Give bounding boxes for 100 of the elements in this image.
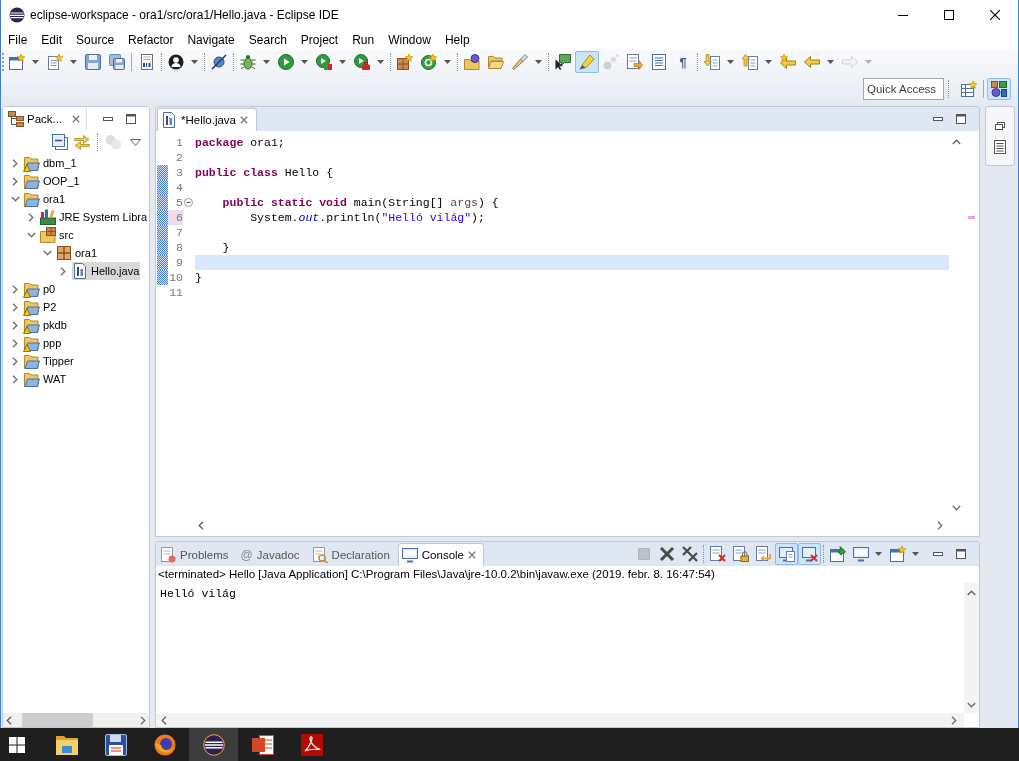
triangle-down-icon: [129, 138, 141, 146]
menu-item[interactable]: Project: [293, 31, 346, 49]
books-icon: [40, 209, 56, 225]
tree-item[interactable]: ppp: [24, 334, 63, 352]
chevron-right-icon[interactable]: [12, 320, 18, 330]
circles-icon: [105, 134, 121, 150]
close-icon[interactable]: [72, 114, 81, 123]
swirl-tile-icon: [300, 733, 323, 756]
code-line: package ora1;: [195, 135, 286, 150]
chevron-down-icon[interactable]: [10, 196, 20, 202]
console-output: Helló világ: [160, 586, 237, 601]
tree-item[interactable]: OOP_1: [24, 172, 81, 190]
perspective-button[interactable]: [987, 78, 1011, 100]
package-icon: [56, 245, 72, 261]
restore-icon[interactable]: [995, 122, 1005, 130]
chevron-up-icon[interactable]: [967, 590, 976, 596]
taskbar-button[interactable]: [189, 728, 238, 761]
menu-item[interactable]: Edit: [34, 31, 70, 49]
chevron-down-icon[interactable]: [42, 250, 52, 256]
chevron-right-icon[interactable]: [12, 338, 18, 348]
tree-item[interactable]: src: [40, 226, 75, 244]
minimize-icon[interactable]: [933, 552, 943, 556]
close-icon[interactable]: [240, 116, 248, 124]
document-lines-icon[interactable]: [994, 140, 1006, 154]
scrollbar-thumb[interactable]: [22, 713, 93, 727]
view-tab[interactable]: @ Javadoc: [236, 543, 308, 566]
tree-item[interactable]: JRE System Libra: [40, 208, 149, 226]
minimize-icon[interactable]: [103, 116, 113, 121]
chevron-left-icon[interactable]: [6, 715, 12, 725]
horizontal-scrollbar[interactable]: [3, 713, 149, 727]
tree-item[interactable]: ora1: [24, 190, 67, 208]
tree-item[interactable]: P2: [24, 298, 58, 316]
minimize-icon[interactable]: [933, 117, 943, 121]
chevron-up-icon[interactable]: [952, 139, 961, 145]
line-number: 3: [175, 165, 183, 180]
arrow-up-document-icon: [742, 54, 758, 70]
code-line: public class Hello {: [195, 165, 335, 180]
chevron-right-icon[interactable]: [12, 302, 18, 312]
arrow-left-icon: [804, 54, 820, 70]
folder-ball-icon: [464, 54, 480, 70]
chevron-down-icon[interactable]: [967, 702, 976, 708]
chevron-right-icon[interactable]: [12, 284, 18, 294]
toolbar-button[interactable]: ¶: [671, 51, 695, 73]
minus-circle-icon[interactable]: [183, 198, 193, 207]
maximize-icon[interactable]: [956, 549, 966, 559]
globe-icon: [153, 733, 176, 756]
tree-item[interactable]: dbm_1: [24, 154, 78, 172]
chevron-right-icon[interactable]: [60, 266, 66, 276]
menu-item[interactable]: Window: [381, 31, 438, 49]
folder-icon: [24, 173, 40, 189]
document-badge-icon: [160, 547, 176, 563]
maximize-icon[interactable]: [126, 113, 136, 124]
maximize-icon: [944, 10, 954, 20]
chevron-right-icon[interactable]: [12, 176, 18, 186]
menu-item[interactable]: Source: [69, 31, 122, 49]
vertical-scrollbar[interactable]: [964, 583, 979, 713]
maximize-icon[interactable]: [956, 114, 966, 124]
annotation-marker[interactable]: [968, 216, 975, 219]
line-number: 2: [175, 150, 183, 165]
tree-item[interactable]: Hello.java: [72, 262, 141, 280]
menu-item[interactable]: Refactor: [121, 31, 181, 49]
view-tab[interactable]: Declaration: [307, 543, 398, 566]
close-icon[interactable]: [468, 551, 476, 559]
open-folder-icon: [488, 54, 504, 70]
bug-icon: [240, 54, 256, 70]
chevron-right-icon[interactable]: [951, 715, 957, 725]
view-tab[interactable]: Pack...: [3, 107, 88, 130]
chevron-left-icon[interactable]: [198, 520, 204, 530]
view-tab[interactable]: Console: [397, 543, 484, 566]
chevron-right-icon[interactable]: [140, 715, 146, 725]
quick-access-field[interactable]: Quick Access: [863, 78, 944, 100]
chevron-left-icon[interactable]: [161, 715, 167, 725]
chevron-right-icon[interactable]: [12, 374, 18, 384]
horizontal-scrollbar[interactable]: [156, 713, 964, 727]
menu-item[interactable]: Search: [241, 31, 294, 49]
table-star-icon: [961, 81, 977, 97]
chevron-right-icon[interactable]: [937, 520, 943, 530]
document-arrow-icon: [627, 54, 643, 70]
menu-item[interactable]: Navigate: [180, 31, 242, 49]
monitor-document-icon: [778, 546, 795, 562]
view-tab[interactable]: Problems: [156, 543, 237, 566]
chevron-right-icon[interactable]: [28, 212, 34, 222]
highlighter-icon: [579, 54, 595, 70]
tree-item[interactable]: WAT: [24, 370, 68, 388]
tree-item[interactable]: Tipper: [24, 352, 75, 370]
menu-item[interactable]: Run: [345, 31, 382, 49]
tree-item[interactable]: pkdb: [24, 316, 68, 334]
grid-star-icon: [397, 54, 413, 70]
chevron-down-icon[interactable]: [952, 505, 961, 511]
editor-tab[interactable]: *Hello.java: [157, 108, 257, 131]
menu-item[interactable]: Help: [437, 31, 477, 49]
chevron-right-icon[interactable]: [12, 356, 18, 366]
play-icon: [278, 54, 294, 70]
menu-item[interactable]: File: [1, 31, 35, 49]
folder-icon: [24, 353, 40, 369]
chevron-right-icon[interactable]: [12, 158, 18, 168]
chevron-down-icon[interactable]: [26, 232, 36, 238]
tree-item[interactable]: p0: [24, 280, 57, 298]
tree-item[interactable]: ora1: [56, 244, 99, 262]
line-number: 4: [175, 180, 183, 195]
